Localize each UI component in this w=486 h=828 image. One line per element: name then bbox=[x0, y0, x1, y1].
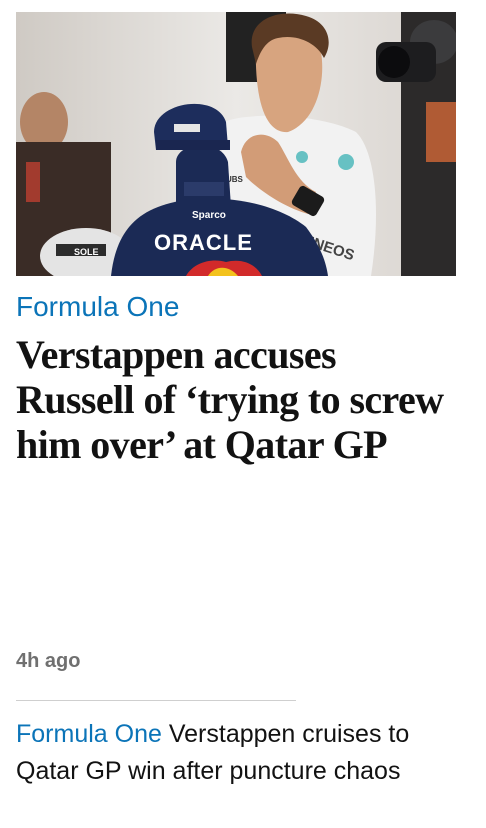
article-card[interactable]: SOLE UBS INEOS Sparco ORACLE Formula One… bbox=[16, 12, 456, 672]
article-kicker[interactable]: Formula One bbox=[16, 290, 456, 324]
main-sponsor: ORACLE bbox=[154, 230, 253, 255]
article-image[interactable]: SOLE UBS INEOS Sparco ORACLE bbox=[16, 12, 456, 276]
article-headline[interactable]: Verstappen accuses Russell of ‘trying to… bbox=[16, 332, 456, 467]
helmet-text: SOLE bbox=[74, 247, 99, 257]
divider bbox=[16, 700, 296, 701]
related-article-link[interactable]: Formula One Verstappen cruises to Qatar … bbox=[16, 716, 466, 790]
small-sponsor: Sparco bbox=[192, 210, 226, 221]
related-kicker: Formula One bbox=[16, 720, 162, 748]
article-timestamp: 4h ago bbox=[16, 650, 81, 672]
